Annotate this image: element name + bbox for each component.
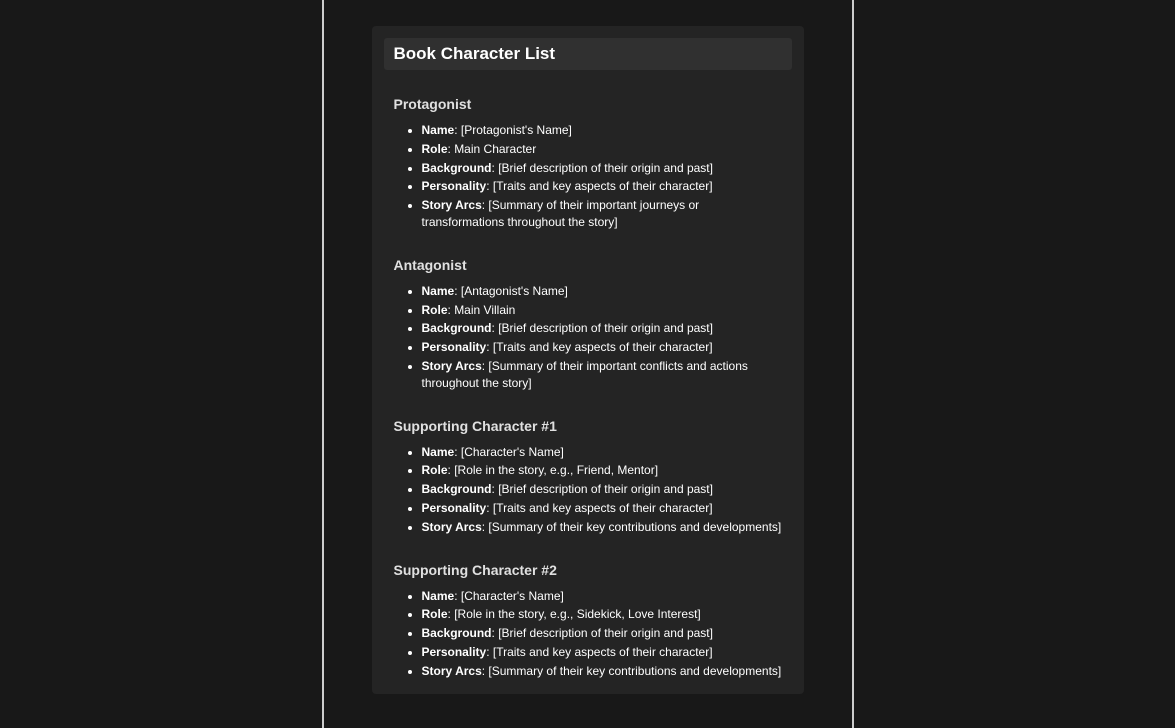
section-supporting-2: Supporting Character #2 Name: [Character… — [384, 562, 792, 680]
attr-value: [Traits and key aspects of their charact… — [493, 340, 713, 354]
list-item: Name: [Antagonist's Name] — [422, 283, 782, 300]
attr-value: [Traits and key aspects of their charact… — [493, 179, 713, 193]
list-item: Personality: [Traits and key aspects of … — [422, 339, 782, 356]
attr-value: [Summary of their key contributions and … — [488, 664, 781, 678]
list-item: Role: Main Character — [422, 141, 782, 158]
attr-label: Personality — [422, 645, 487, 659]
list-item: Name: [Character's Name] — [422, 444, 782, 461]
list-item: Personality: [Traits and key aspects of … — [422, 644, 782, 661]
list-item: Background: [Brief description of their … — [422, 320, 782, 337]
list-item: Role: Main Villain — [422, 302, 782, 319]
list-item: Personality: [Traits and key aspects of … — [422, 178, 782, 195]
attr-label: Background — [422, 482, 492, 496]
attr-label: Name — [422, 445, 455, 459]
section-protagonist: Protagonist Name: [Protagonist's Name] R… — [384, 96, 792, 231]
list-item: Background: [Brief description of their … — [422, 625, 782, 642]
list-item: Role: [Role in the story, e.g., Friend, … — [422, 462, 782, 479]
card-title: Book Character List — [394, 44, 782, 64]
attr-value: [Brief description of their origin and p… — [498, 626, 713, 640]
attr-label: Role — [422, 607, 448, 621]
attribute-list: Name: [Protagonist's Name] Role: Main Ch… — [394, 122, 782, 231]
attr-value: [Protagonist's Name] — [461, 123, 572, 137]
attr-label: Name — [422, 123, 455, 137]
attr-label: Role — [422, 463, 448, 477]
attribute-list: Name: [Character's Name] Role: [Role in … — [394, 444, 782, 536]
attr-value: [Role in the story, e.g., Sidekick, Love… — [454, 607, 701, 621]
section-antagonist: Antagonist Name: [Antagonist's Name] Rol… — [384, 257, 792, 392]
attr-label: Background — [422, 321, 492, 335]
list-item: Story Arcs: [Summary of their key contri… — [422, 663, 782, 680]
list-item: Name: [Character's Name] — [422, 588, 782, 605]
list-item: Story Arcs: [Summary of their important … — [422, 358, 782, 392]
attr-label: Role — [422, 142, 448, 156]
list-item: Background: [Brief description of their … — [422, 481, 782, 498]
attr-label: Story Arcs — [422, 359, 482, 373]
attr-label: Personality — [422, 501, 487, 515]
list-item: Role: [Role in the story, e.g., Sidekick… — [422, 606, 782, 623]
attribute-list: Name: [Character's Name] Role: [Role in … — [394, 588, 782, 680]
attribute-list: Name: [Antagonist's Name] Role: Main Vil… — [394, 283, 782, 392]
title-bar: Book Character List — [384, 38, 792, 70]
attr-label: Background — [422, 161, 492, 175]
attr-label: Role — [422, 303, 448, 317]
attr-value: [Brief description of their origin and p… — [498, 161, 713, 175]
list-item: Name: [Protagonist's Name] — [422, 122, 782, 139]
attr-label: Personality — [422, 179, 487, 193]
attr-value: [Brief description of their origin and p… — [498, 321, 713, 335]
attr-label: Name — [422, 284, 455, 298]
attr-value: [Antagonist's Name] — [461, 284, 568, 298]
list-item: Personality: [Traits and key aspects of … — [422, 500, 782, 517]
page-column: Book Character List Protagonist Name: [P… — [322, 0, 854, 728]
attr-value: [Role in the story, e.g., Friend, Mentor… — [454, 463, 658, 477]
section-heading: Supporting Character #2 — [394, 562, 782, 578]
attr-value: Main Character — [454, 142, 536, 156]
attr-label: Story Arcs — [422, 520, 482, 534]
character-list-card: Book Character List Protagonist Name: [P… — [372, 26, 804, 694]
attr-label: Story Arcs — [422, 664, 482, 678]
list-item: Story Arcs: [Summary of their important … — [422, 197, 782, 231]
section-heading: Protagonist — [394, 96, 782, 112]
attr-value: Main Villain — [454, 303, 515, 317]
attr-label: Story Arcs — [422, 198, 482, 212]
attr-value: [Traits and key aspects of their charact… — [493, 501, 713, 515]
attr-label: Personality — [422, 340, 487, 354]
section-heading: Supporting Character #1 — [394, 418, 782, 434]
attr-value: [Character's Name] — [461, 589, 564, 603]
list-item: Story Arcs: [Summary of their key contri… — [422, 519, 782, 536]
list-item: Background: [Brief description of their … — [422, 160, 782, 177]
attr-value: [Brief description of their origin and p… — [498, 482, 713, 496]
section-heading: Antagonist — [394, 257, 782, 273]
attr-value: [Summary of their key contributions and … — [488, 520, 781, 534]
attr-value: [Character's Name] — [461, 445, 564, 459]
attr-label: Name — [422, 589, 455, 603]
section-supporting-1: Supporting Character #1 Name: [Character… — [384, 418, 792, 536]
attr-label: Background — [422, 626, 492, 640]
attr-value: [Traits and key aspects of their charact… — [493, 645, 713, 659]
